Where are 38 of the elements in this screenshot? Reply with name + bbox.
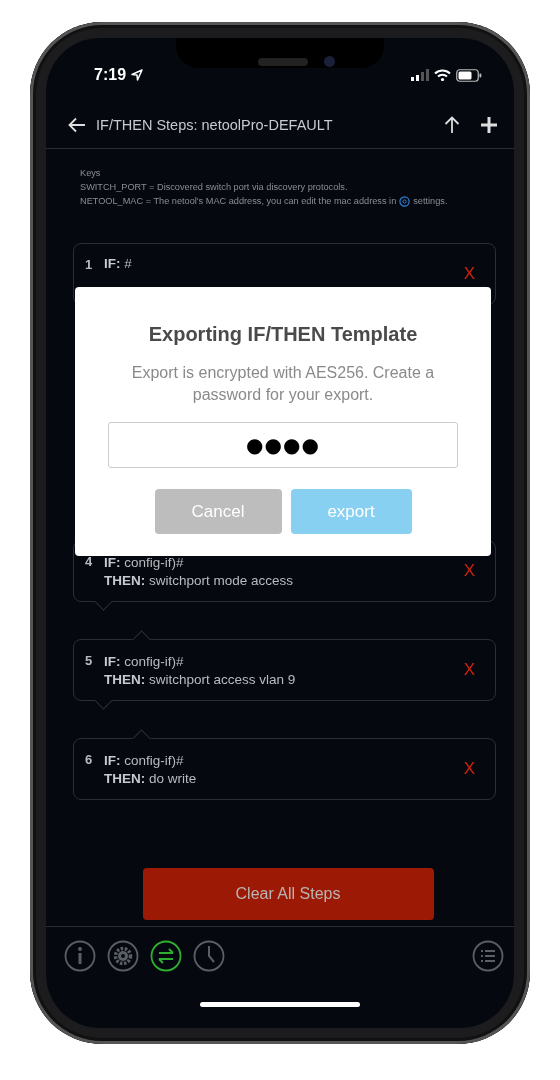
add-icon[interactable]: [480, 116, 498, 134]
back-arrow-icon[interactable]: [68, 117, 86, 133]
location-arrow-icon: [131, 69, 144, 81]
key-description: SWITCH_PORT = Discovered switch port via discovery protocols.: [80, 181, 348, 194]
step-number: 4: [85, 554, 94, 569]
delete-button[interactable]: X: [463, 660, 475, 680]
keys-heading: Keys: [80, 167, 102, 180]
settings-icon: [399, 195, 411, 207]
list-icon[interactable]: [472, 940, 504, 972]
password-field[interactable]: ●●●●: [108, 422, 458, 468]
step-number: 6: [85, 752, 94, 767]
if-condition: IF: config-if)#: [104, 752, 185, 768]
upload-arrow-icon[interactable]: [444, 116, 460, 134]
key-description: NETOOL_MAC = The netool's MAC address, you can edit the mac address in: [80, 195, 397, 208]
swap-arrows-icon[interactable]: [150, 940, 182, 972]
clock-time: 7:19: [94, 66, 127, 84]
battery-icon: [456, 68, 482, 82]
then-command: THEN: do write: [104, 770, 198, 786]
delete-button[interactable]: X: [463, 561, 475, 581]
info-icon[interactable]: [64, 940, 96, 972]
then-command: THEN: switchport access vlan 9: [104, 671, 297, 687]
clear-all-button[interactable]: Clear All Steps: [142, 868, 434, 920]
wifi-icon: [434, 69, 451, 81]
if-condition: IF: config-if)#: [104, 554, 185, 570]
then-command: THEN: switchport mode access: [104, 572, 295, 588]
key-description: settings.: [413, 195, 448, 208]
if-condition: IF: #: [104, 256, 133, 271]
delete-button[interactable]: X: [463, 759, 475, 779]
if-condition: IF: config-if)#: [104, 653, 185, 669]
step-number: 5: [85, 653, 94, 668]
screen-title: IF/THEN Steps: netoolPro-DEFAULT: [96, 117, 333, 133]
signal-icon: [411, 69, 429, 81]
settings-icon[interactable]: [107, 940, 139, 972]
step-number: 1: [85, 257, 94, 272]
dialog-title: Exporting IF/THEN Template: [148, 323, 418, 346]
clock-icon[interactable]: [193, 940, 225, 972]
delete-button[interactable]: X: [463, 264, 475, 284]
dialog-message: Export is encrypted with AES256. Create a password for your export.: [130, 363, 436, 405]
